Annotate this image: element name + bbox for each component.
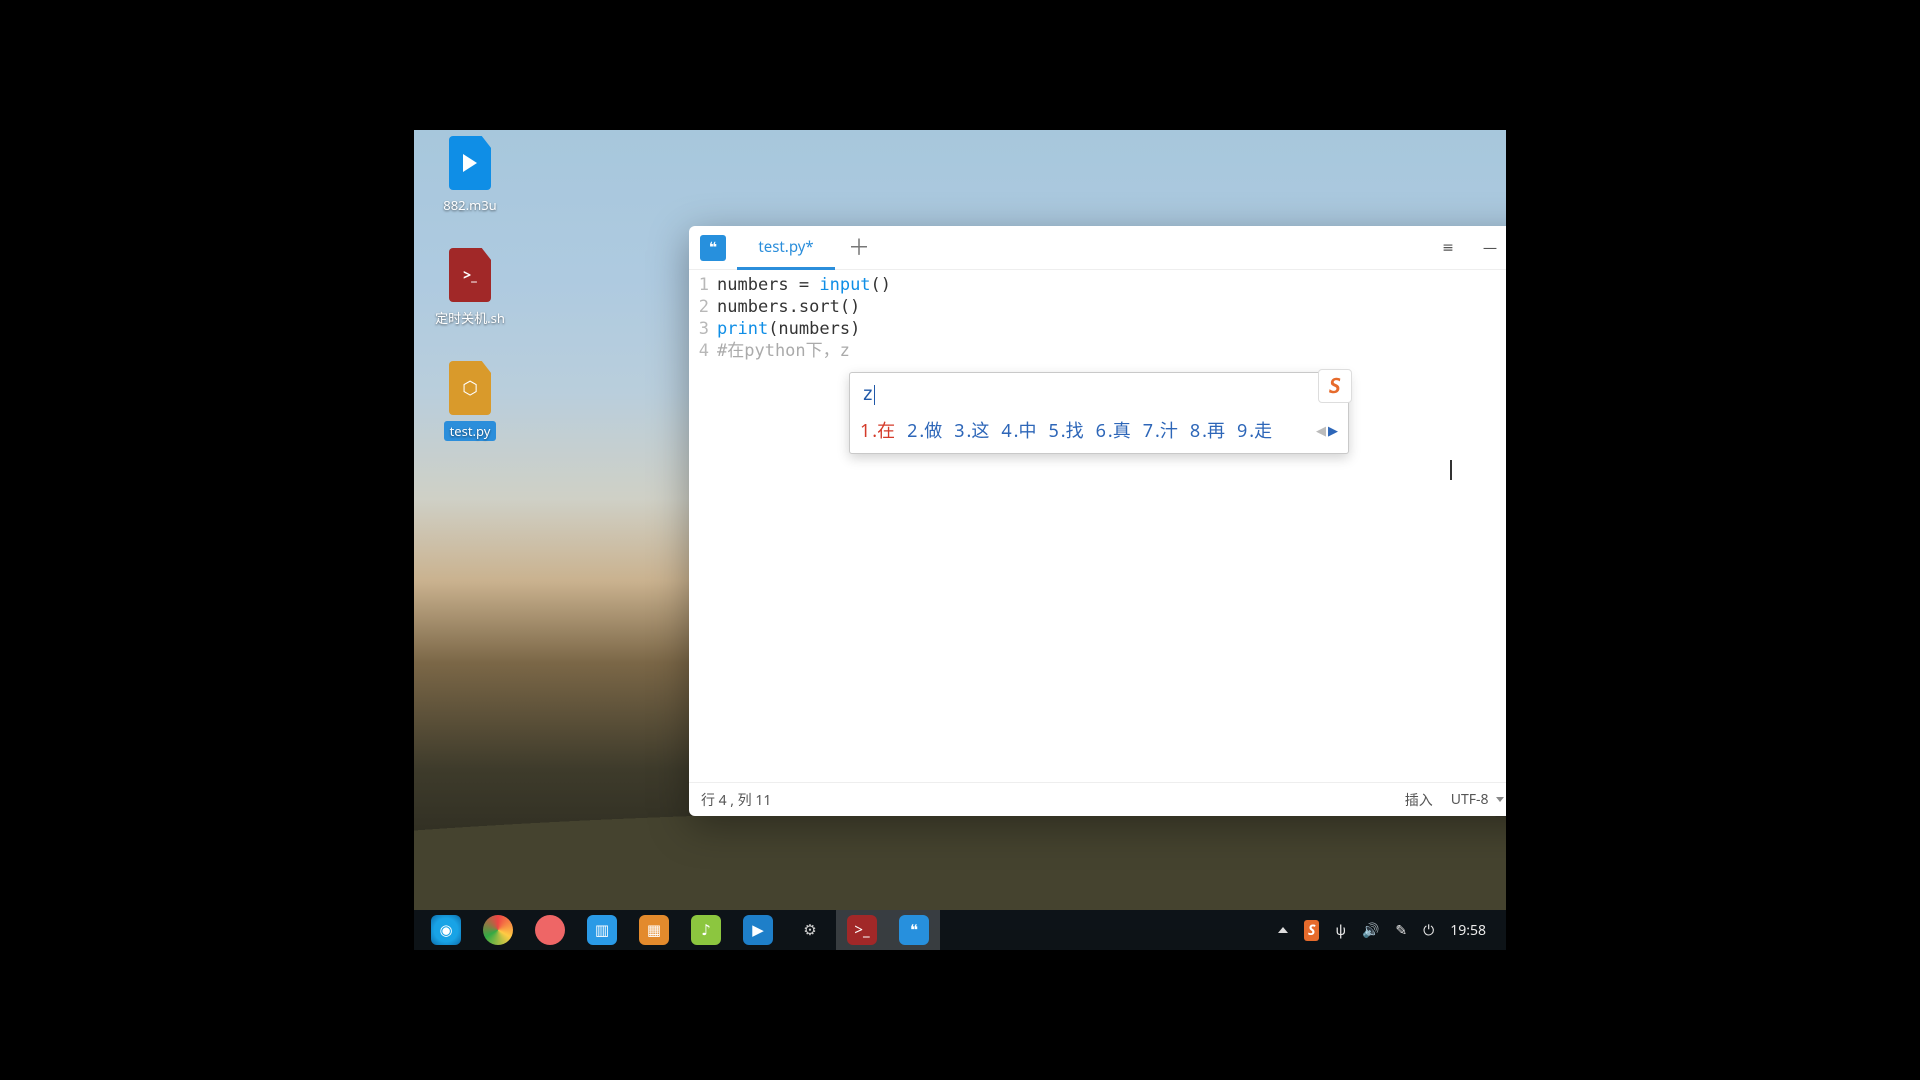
ime-candidate[interactable]: 5.找	[1049, 417, 1084, 443]
desktop-icon-label: 882.m3u	[443, 196, 496, 214]
editor-window: ❝ test.py* ＋ ≡ — ▢ ✕ 1 2 3 4 numbers = i…	[689, 226, 1506, 816]
taskbar-music[interactable]: ♪	[680, 910, 732, 950]
status-insert-mode[interactable]: 插入	[1405, 790, 1433, 810]
taskbar-settings[interactable]: ⚙	[784, 910, 836, 950]
taskbar: ◉ ▥ ▦ ♪ ▶ ⚙ >_ ❝ S ψ 🔊 ✎ ⏻ 19:58	[414, 910, 1506, 950]
launcher-button[interactable]: ◉	[420, 910, 472, 950]
ime-popup: z S 1.在 2.做 3.这 4.中 5.找 6.真 7.汁 8.再 9.走 …	[849, 372, 1349, 454]
menu-button[interactable]: ≡	[1427, 226, 1469, 269]
ime-candidate[interactable]: 2.做	[907, 417, 942, 443]
code-content: numbers = input() numbers.sort() print(n…	[717, 274, 1506, 782]
line-number: 1	[689, 274, 709, 296]
desktop-icon-m3u[interactable]: 882.m3u	[430, 136, 510, 214]
app-icon: ❝	[689, 226, 737, 269]
tab-testpy[interactable]: test.py*	[737, 226, 835, 270]
tray-power-icon[interactable]: ⏻	[1423, 921, 1434, 940]
status-position: 行 4 , 列 11	[701, 790, 771, 810]
new-tab-button[interactable]: ＋	[835, 226, 883, 269]
ime-composition: z S	[850, 373, 1348, 411]
tray-volume-icon[interactable]: 🔊	[1362, 921, 1379, 940]
python-file-icon	[449, 361, 491, 415]
statusbar: 行 4 , 列 11 插入 UTF-8 Python	[689, 782, 1506, 816]
desktop-icons: 882.m3u 定时关机.sh test.py	[430, 136, 526, 475]
taskbar-recorder[interactable]	[524, 910, 576, 950]
ime-candidate[interactable]: 4.中	[1001, 417, 1036, 443]
line-number: 3	[689, 318, 709, 340]
desktop-icon-label: test.py	[444, 421, 497, 441]
ime-candidate[interactable]: 3.这	[954, 417, 989, 443]
ime-candidate[interactable]: 1.在	[860, 417, 895, 443]
ime-candidate[interactable]: 7.汁	[1143, 417, 1178, 443]
sogou-ime-icon: S	[1318, 369, 1352, 403]
desktop-icon-sh[interactable]: 定时关机.sh	[430, 248, 510, 327]
tray-expand-icon[interactable]	[1278, 927, 1288, 933]
ime-prev-icon: ◀	[1316, 421, 1326, 439]
tray-edit-icon[interactable]: ✎	[1395, 921, 1407, 940]
taskbar-store[interactable]: ▦	[628, 910, 680, 950]
tray-usb-icon[interactable]: ψ	[1335, 921, 1346, 940]
code-editor[interactable]: 1 2 3 4 numbers = input() numbers.sort()…	[689, 270, 1506, 782]
ime-pagination: ◀ ▶	[1316, 421, 1338, 439]
window-titlebar: ❝ test.py* ＋ ≡ — ▢ ✕	[689, 226, 1506, 270]
system-tray: S ψ 🔊 ✎ ⏻ 19:58	[1278, 920, 1500, 941]
tab-label: test.py*	[758, 237, 813, 257]
taskbar-files[interactable]: ▥	[576, 910, 628, 950]
shell-file-icon	[449, 248, 491, 302]
line-number: 4	[689, 340, 709, 362]
media-file-icon	[449, 136, 491, 190]
ime-candidates: 1.在 2.做 3.这 4.中 5.找 6.真 7.汁 8.再 9.走 ◀ ▶	[850, 411, 1348, 453]
taskbar-video[interactable]: ▶	[732, 910, 784, 950]
tray-clock[interactable]: 19:58	[1450, 921, 1486, 940]
taskbar-terminal[interactable]: >_	[836, 910, 888, 950]
ime-candidate[interactable]: 6.真	[1096, 417, 1131, 443]
ime-candidate[interactable]: 9.走	[1237, 417, 1272, 443]
desktop-icon-py[interactable]: test.py	[430, 361, 510, 441]
taskbar-editor[interactable]: ❝	[888, 910, 940, 950]
desktop-icon-label: 定时关机.sh	[435, 308, 505, 327]
minimize-button[interactable]: —	[1469, 226, 1506, 269]
ime-next-icon[interactable]: ▶	[1328, 421, 1338, 439]
line-gutter: 1 2 3 4	[689, 274, 717, 782]
ime-candidate[interactable]: 8.再	[1190, 417, 1225, 443]
text-cursor-icon	[1450, 460, 1452, 480]
taskbar-chrome[interactable]	[472, 910, 524, 950]
line-number: 2	[689, 296, 709, 318]
status-encoding[interactable]: UTF-8	[1451, 790, 1504, 809]
tray-sogou-icon[interactable]: S	[1304, 920, 1319, 941]
